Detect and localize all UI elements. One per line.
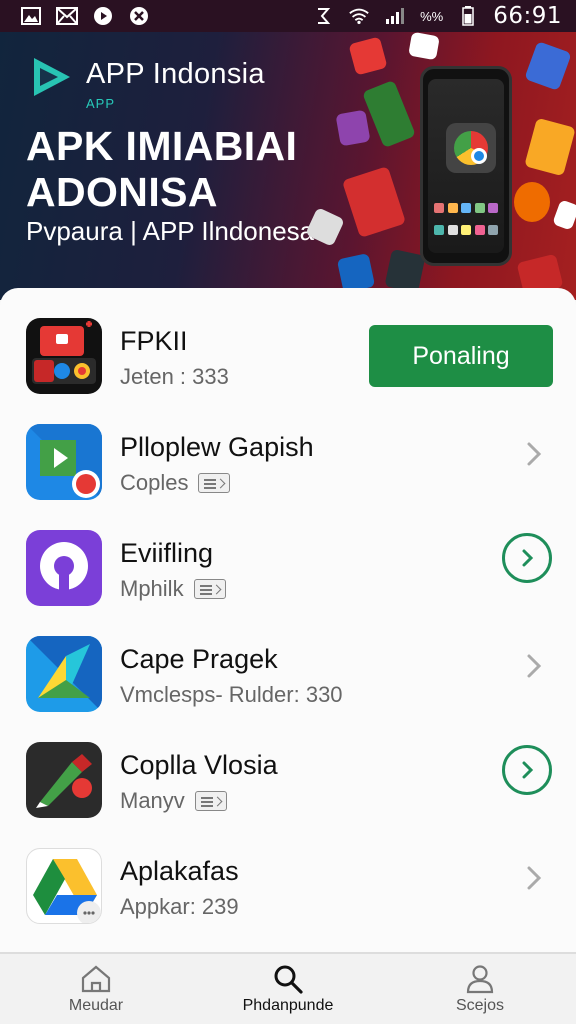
app-title: Aplakafas (120, 856, 239, 886)
list-item[interactable]: Plloplew Gapish Coples (0, 394, 576, 500)
app-subtitle: Coples (120, 470, 231, 496)
chevron-right-icon[interactable] (520, 864, 548, 892)
floating-app-icon (341, 166, 407, 238)
search-icon (274, 965, 303, 994)
floating-app-icon (524, 41, 572, 91)
chevron-right-icon (522, 761, 534, 779)
list-item[interactable]: Coplla Vlosia Manyv (0, 712, 576, 818)
app-title: Plloplew Gapish (120, 432, 314, 462)
app-subtitle-text: Mphilk (120, 576, 184, 601)
banner-tagline: Pvpaura | APP Ilndonesa (26, 216, 315, 246)
nav-label: Meudar (68, 997, 124, 1014)
nav-item-profile[interactable]: Scejos (384, 954, 576, 1024)
list-item[interactable]: FPKII Jeten : 333 Ponaling (0, 288, 576, 394)
floating-app-icon (384, 248, 426, 294)
floating-app-icon (408, 32, 440, 61)
banner-title: APK IMIABIAI ADONISA (26, 123, 298, 215)
app-title: Eviifling (120, 538, 214, 568)
status-left (20, 5, 150, 27)
floating-app-icon (335, 109, 371, 147)
list-badge-icon (198, 473, 231, 493)
app-icon (26, 424, 102, 500)
app-subtitle-text: Vmclesps- Rulder: 330 (120, 682, 343, 707)
browser-app-icon (446, 123, 496, 173)
open-circle-button[interactable] (502, 745, 552, 795)
chevron-right-icon[interactable] (520, 652, 548, 680)
list-item[interactable]: Eviifling Mphilk (0, 500, 576, 606)
battery-text: %% (420, 8, 444, 24)
nav-label: Phdanpunde (242, 997, 334, 1014)
banner-brand: APP Indonsia (86, 58, 265, 90)
app-icon (26, 636, 102, 712)
app-icon (26, 530, 102, 606)
list-badge-icon (194, 791, 227, 811)
battery-icon (457, 5, 479, 27)
app-icon (26, 318, 102, 394)
app-title: Cape Pragek (120, 644, 278, 674)
app-subtitle: Mphilk (120, 576, 226, 602)
floating-app-icon (552, 199, 576, 231)
app-subtitle: Jeten : 333 (120, 364, 229, 390)
app-subtitle-text: Appkar: 239 (120, 894, 239, 919)
alarm-icon (312, 5, 334, 27)
floating-app-icon (336, 253, 376, 293)
nav-item-home[interactable]: Meudar (0, 954, 192, 1024)
chevron-right-icon[interactable] (520, 440, 548, 468)
list-item[interactable]: Cape Pragek Vmclesps- Rulder: 330 (0, 606, 576, 712)
floating-app-icon (514, 182, 550, 222)
floating-app-icon (361, 79, 417, 149)
app-logo-icon (34, 58, 70, 96)
play-icon (92, 5, 114, 27)
nav-item-search[interactable]: Phdanpunde (192, 954, 384, 1024)
list-item[interactable]: Aplakafas Appkar: 239 (0, 818, 576, 924)
app-title: FPKII (120, 326, 188, 356)
app-subtitle-text: Manyv (120, 788, 185, 813)
phone-mockup (420, 66, 512, 266)
chevron-right-icon (522, 549, 534, 567)
banner-brand-sub: APP (86, 96, 116, 111)
status-right: %% 66:91 (312, 3, 562, 29)
floating-app-icon (348, 36, 388, 76)
gallery-icon (20, 5, 42, 27)
app-icon (26, 848, 102, 924)
floating-app-icon (524, 117, 576, 177)
wifi-icon (348, 5, 370, 27)
phone-icon-row (434, 203, 498, 215)
mail-icon (56, 5, 78, 27)
install-button[interactable]: Ponaling (369, 325, 553, 387)
app-title: Coplla Vlosia (120, 750, 278, 780)
app-subtitle-text: Coples (120, 470, 189, 495)
phone-screen (428, 79, 504, 253)
app-subtitle-text: Jeten : 333 (120, 364, 229, 389)
phone-icon-row (434, 225, 498, 237)
profile-icon (466, 965, 494, 994)
app-subtitle: Vmclesps- Rulder: 330 (120, 682, 343, 708)
app-icon (26, 742, 102, 818)
app-subtitle: Appkar: 239 (120, 894, 239, 920)
signal-icon (384, 5, 406, 27)
clock: 66:91 (493, 3, 562, 29)
status-bar: %% 66:91 (0, 0, 576, 32)
home-icon (81, 965, 111, 993)
list-badge-icon (193, 579, 226, 599)
open-circle-button[interactable] (502, 533, 552, 583)
promo-banner[interactable]: APP Indonsia APP APK IMIABIAI ADONISA Pv… (0, 32, 576, 300)
settings-icon (128, 5, 150, 27)
app-subtitle: Manyv (120, 788, 227, 814)
nav-label: Scejos (455, 997, 505, 1014)
app-list: FPKII Jeten : 333 Ponaling Plloplew Gapi… (0, 288, 576, 952)
bottom-nav: Meudar Phdanpunde Scejos (0, 952, 576, 1024)
